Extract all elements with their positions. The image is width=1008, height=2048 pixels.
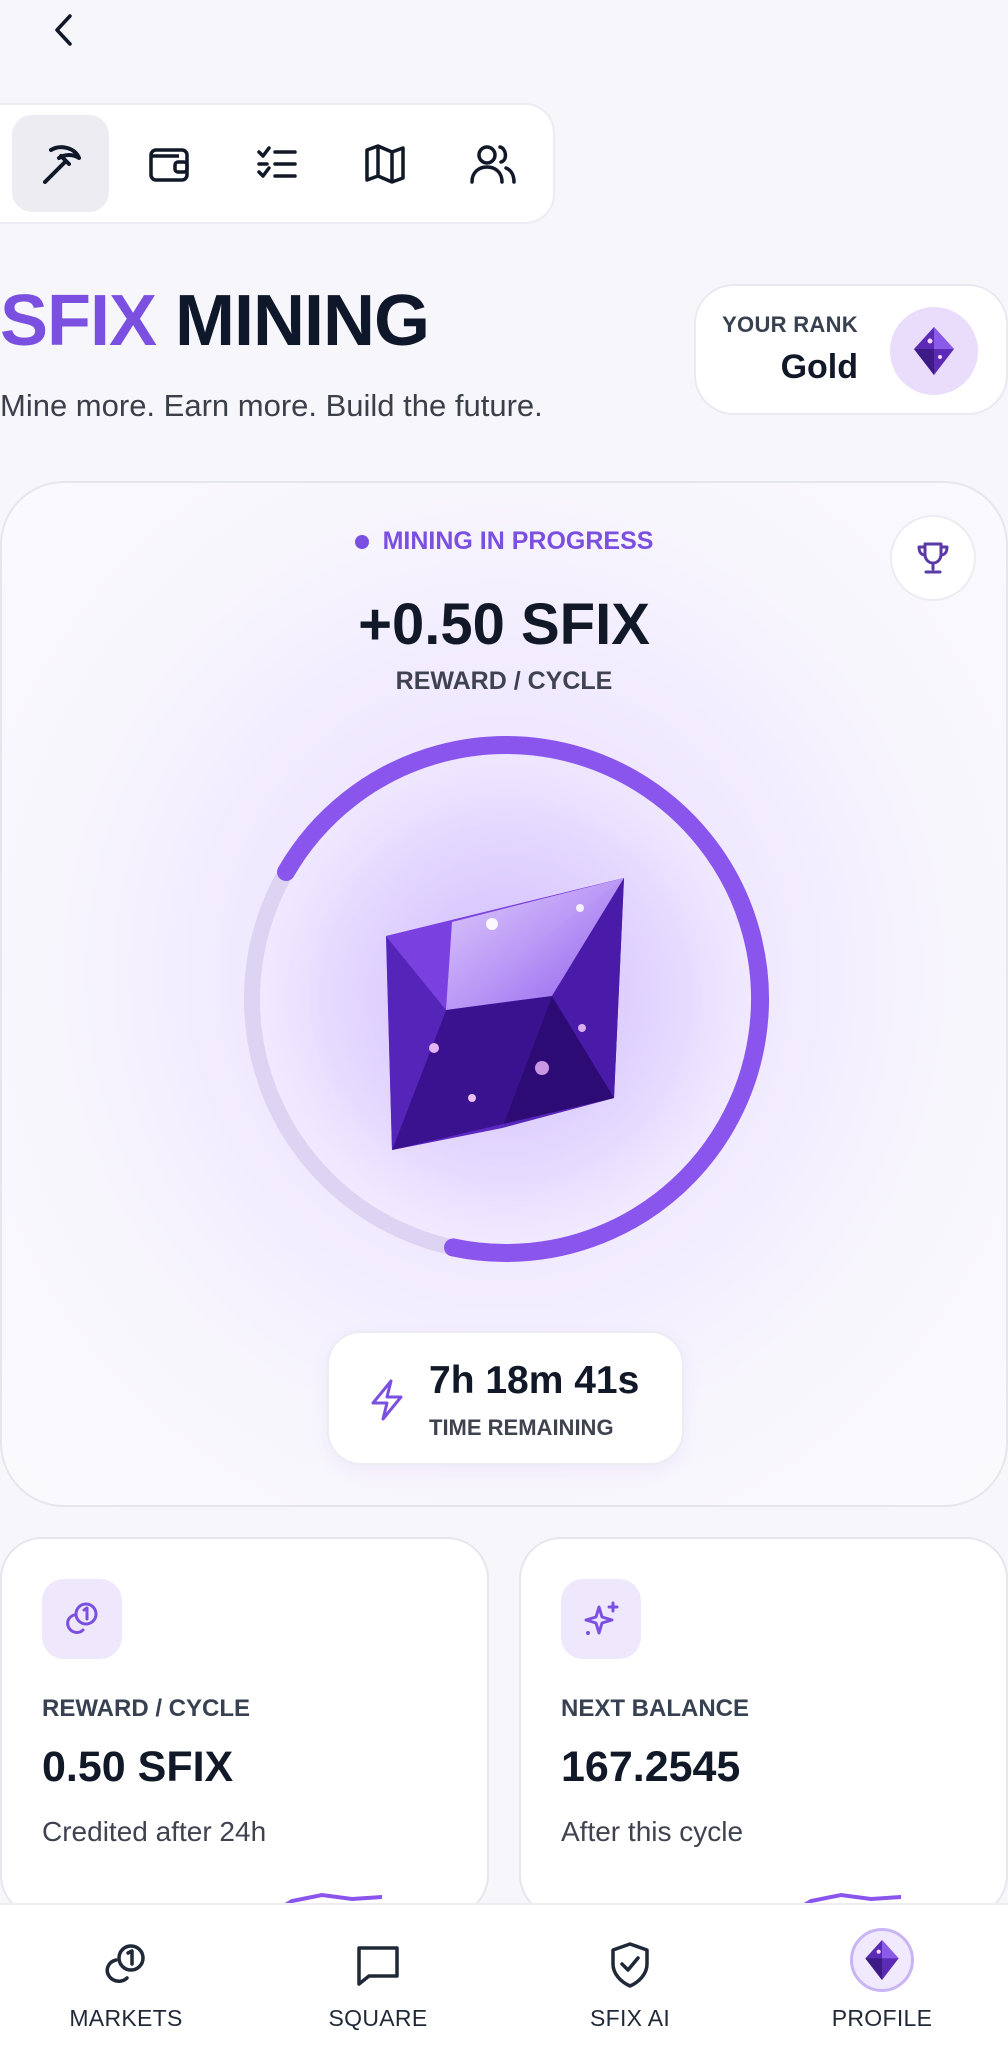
- avatar: [850, 1928, 914, 1992]
- page-title: SFIX MINING: [0, 285, 430, 357]
- stat-sub: After this cycle: [561, 1816, 744, 1847]
- mining-card: MINING IN PROGRESS +0.50 SFIX REWARD / C…: [0, 481, 1008, 1507]
- chat-bubble-icon: [357, 1946, 399, 1986]
- wallet-icon: [148, 147, 189, 182]
- sparkles-icon: [584, 1601, 619, 1635]
- users-icon: [469, 144, 516, 184]
- nav-markets[interactable]: MARKETS: [0, 1905, 252, 2048]
- pickaxe-icon: [42, 144, 81, 184]
- mining-status: MINING IN PROGRESS: [2, 527, 1006, 556]
- reward-amount: +0.50 SFIX: [358, 592, 650, 657]
- tagline: Mine more. Earn more. Build the future.: [0, 388, 543, 423]
- timer-value: 7h 18m 41s: [429, 1359, 640, 1402]
- stat-value: 167.2545: [561, 1743, 741, 1791]
- rank-label: YOUR RANK: [722, 312, 858, 337]
- nav-profile[interactable]: PROFILE: [756, 1905, 1008, 2048]
- timer-label: TIME REMAINING: [429, 1415, 614, 1440]
- chevron-left-icon: [55, 14, 72, 46]
- amethyst-gem-image: [386, 878, 624, 1150]
- status-text: MINING IN PROGRESS: [382, 527, 654, 555]
- coins-icon: [66, 1602, 98, 1634]
- tab-tasks[interactable]: [228, 115, 325, 212]
- back-button[interactable]: [42, 8, 86, 52]
- nav-label: SQUARE: [328, 2005, 428, 2031]
- title-accent: SFIX: [0, 281, 157, 361]
- avatar-gem-icon: [865, 1940, 899, 1980]
- nav-label: MARKETS: [69, 2005, 183, 2031]
- trophy-icon: [917, 542, 949, 574]
- reward-label: REWARD / CYCLE: [395, 667, 613, 695]
- timer-pill: 7h 18m 41s TIME REMAINING: [327, 1331, 684, 1465]
- stat-card-reward: REWARD / CYCLE 0.50 SFIX Credited after …: [0, 1537, 489, 1917]
- checklist-icon: [256, 145, 297, 178]
- shield-check-icon: [611, 1942, 649, 1988]
- lightning-icon: [371, 1379, 403, 1421]
- feature-toolbar: [0, 103, 555, 224]
- nav-label: PROFILE: [831, 2005, 933, 2031]
- nav-sfix-ai[interactable]: SFIX AI: [504, 1905, 756, 2048]
- stat-label: NEXT BALANCE: [561, 1695, 750, 1722]
- rank-value: Gold: [780, 348, 858, 386]
- diamond-gem-icon: [914, 327, 954, 375]
- tab-wallet[interactable]: [120, 115, 217, 212]
- stat-label: REWARD / CYCLE: [42, 1695, 251, 1722]
- stat-icon-wrap: [42, 1579, 122, 1659]
- rank-card[interactable]: YOUR RANK Gold: [694, 284, 1008, 415]
- status-dot: [354, 534, 369, 549]
- stat-icon-wrap: [561, 1579, 641, 1659]
- bottom-nav: MARKETS SQUARE SFIX AI PROFILE: [0, 1903, 1008, 2048]
- title-rest: MINING: [175, 281, 430, 361]
- stat-sub: Credited after 24h: [42, 1816, 267, 1847]
- nav-label: SFIX AI: [589, 2005, 671, 2031]
- leaderboard-button[interactable]: [890, 515, 976, 601]
- coins-icon: [105, 1944, 145, 1983]
- stat-card-next-balance: NEXT BALANCE 167.2545 After this cycle: [519, 1537, 1008, 1917]
- tab-mining[interactable]: [12, 115, 109, 212]
- nav-square[interactable]: SQUARE: [252, 1905, 504, 2048]
- stat-value: 0.50 SFIX: [42, 1743, 234, 1791]
- tab-map[interactable]: [336, 115, 433, 212]
- tab-community[interactable]: [444, 115, 541, 212]
- map-icon: [364, 143, 405, 184]
- rank-badge: [890, 307, 978, 395]
